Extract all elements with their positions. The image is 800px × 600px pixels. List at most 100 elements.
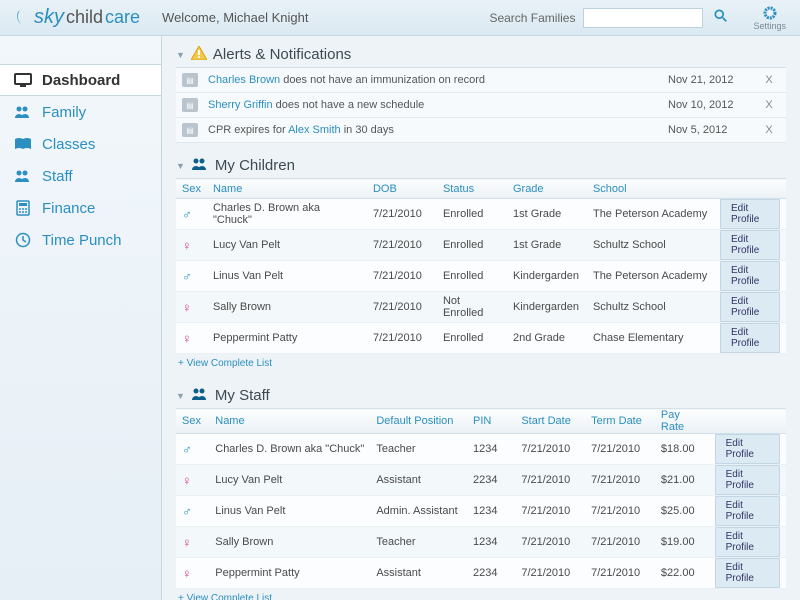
alert-date: Nov 10, 2012 — [668, 99, 758, 111]
col-start[interactable]: Start Date — [515, 409, 585, 434]
cell-name: Sally Brown — [209, 527, 370, 558]
cell-pos: Assistant — [370, 465, 467, 496]
chevron-down-icon[interactable]: ▼ — [176, 50, 185, 60]
cell-start: 7/21/2010 — [515, 527, 585, 558]
cell-grade: 2nd Grade — [507, 323, 587, 354]
table-row: ♀Lucy Van PeltAssistant22347/21/20107/21… — [176, 465, 786, 496]
col-term[interactable]: Term Date — [585, 409, 655, 434]
edit-profile-button[interactable]: Edit Profile — [715, 465, 780, 495]
alert-person-link[interactable]: Alex Smith — [288, 124, 341, 136]
cell-dob: 7/21/2010 — [367, 261, 437, 292]
table-row: ♂Linus Van PeltAdmin. Assistant12347/21/… — [176, 496, 786, 527]
nav-label: Dashboard — [42, 72, 120, 89]
note-icon: ▤ — [182, 98, 198, 112]
cell-sex: ♂ — [176, 496, 209, 527]
dismiss-button[interactable]: X — [758, 99, 780, 111]
dismiss-button[interactable]: X — [758, 124, 780, 136]
col-pin[interactable]: PIN — [467, 409, 515, 434]
cell-sex: ♀ — [176, 558, 209, 589]
col-name[interactable]: Name — [207, 179, 367, 199]
cell-sex: ♀ — [176, 292, 207, 323]
col-dob[interactable]: DOB — [367, 179, 437, 199]
table-row: ♀Lucy Van Pelt7/21/2010Enrolled1st Grade… — [176, 230, 786, 261]
alerts-section: ▼ Alerts & Notifications ▤ Charles Brown … — [176, 46, 786, 143]
nav-classes[interactable]: Classes — [0, 128, 161, 160]
cell-pay: $25.00 — [655, 496, 709, 527]
col-pay[interactable]: Pay Rate — [655, 409, 709, 434]
children-table: Sex Name DOB Status Grade School ♂Charle… — [176, 178, 786, 354]
cell-pay: $18.00 — [655, 434, 709, 465]
clock-icon — [14, 232, 32, 248]
nav-family[interactable]: Family — [0, 96, 161, 128]
cell-grade: Kindergarden — [507, 292, 587, 323]
cell-school: Schultz School — [587, 230, 714, 261]
edit-profile-button[interactable]: Edit Profile — [715, 496, 780, 526]
col-grade[interactable]: Grade — [507, 179, 587, 199]
cell-sex: ♀ — [176, 323, 207, 354]
nav-finance[interactable]: Finance — [0, 192, 161, 224]
nav-label: Staff — [42, 168, 73, 185]
col-pos[interactable]: Default Position — [370, 409, 467, 434]
nav-timepunch[interactable]: Time Punch — [0, 224, 161, 256]
cell-dob: 7/21/2010 — [367, 199, 437, 230]
edit-profile-button[interactable]: Edit Profile — [720, 323, 780, 353]
alert-row: ▤ CPR expires for Alex Smith in 30 daysNo… — [176, 118, 786, 143]
edit-profile-button[interactable]: Edit Profile — [720, 292, 780, 322]
chevron-down-icon[interactable]: ▼ — [176, 391, 185, 401]
view-complete-link[interactable]: + View Complete List — [176, 354, 274, 373]
cell-sex: ♂ — [176, 261, 207, 292]
note-icon: ▤ — [182, 73, 198, 87]
cell-school: The Peterson Academy — [587, 261, 714, 292]
alert-text: Sherry Griffin does not have a new sched… — [208, 99, 668, 111]
cell-dob: 7/21/2010 — [367, 323, 437, 354]
edit-profile-button[interactable]: Edit Profile — [720, 230, 780, 260]
edit-profile-button[interactable]: Edit Profile — [715, 558, 780, 588]
col-status[interactable]: Status — [437, 179, 507, 199]
nav-dashboard[interactable]: Dashboard — [0, 64, 161, 96]
search-icon[interactable] — [711, 9, 731, 26]
cell-sex: ♀ — [176, 465, 209, 496]
cell-school: Schultz School — [587, 292, 714, 323]
cell-sex: ♂ — [176, 199, 207, 230]
cell-term: 7/21/2010 — [585, 465, 655, 496]
cell-name: Charles D. Brown aka "Chuck" — [209, 434, 370, 465]
alert-person-link[interactable]: Charles Brown — [208, 74, 280, 86]
cell-start: 7/21/2010 — [515, 496, 585, 527]
logo-text-sky: sky — [34, 6, 64, 29]
chevron-down-icon[interactable]: ▼ — [176, 161, 185, 171]
table-row: ♀Sally BrownTeacher12347/21/20107/21/201… — [176, 527, 786, 558]
settings-button[interactable]: Settings — [753, 5, 786, 31]
children-section: ▼ My Children Sex Name DOB Status Grade … — [176, 157, 786, 373]
col-sex[interactable]: Sex — [176, 179, 207, 199]
alert-text: CPR expires for Alex Smith in 30 days — [208, 124, 668, 136]
alert-date: Nov 21, 2012 — [668, 74, 758, 86]
search-label: Search Families — [489, 11, 575, 25]
dismiss-button[interactable]: X — [758, 74, 780, 86]
edit-profile-button[interactable]: Edit Profile — [715, 527, 780, 557]
alert-text: Charles Brown does not have an immunizat… — [208, 74, 668, 86]
col-school[interactable]: School — [587, 179, 714, 199]
table-row: ♂Charles D. Brown aka "Chuck"Teacher1234… — [176, 434, 786, 465]
monitor-icon — [14, 73, 32, 87]
cell-school: The Peterson Academy — [587, 199, 714, 230]
edit-profile-button[interactable]: Edit Profile — [720, 261, 780, 291]
edit-profile-button[interactable]: Edit Profile — [715, 434, 780, 464]
section-title: Alerts & Notifications — [213, 46, 351, 63]
edit-profile-button[interactable]: Edit Profile — [720, 199, 780, 229]
col-sex[interactable]: Sex — [176, 409, 209, 434]
alert-person-link[interactable]: Sherry Griffin — [208, 99, 273, 111]
cell-pos: Teacher — [370, 527, 467, 558]
search-input[interactable] — [583, 8, 703, 28]
cell-status: Not Enrolled — [437, 292, 507, 323]
people-icon — [191, 157, 209, 174]
alert-date: Nov 5, 2012 — [668, 124, 758, 136]
alert-row: ▤ Sherry Griffin does not have a new sche… — [176, 93, 786, 118]
cell-grade: Kindergarden — [507, 261, 587, 292]
cell-start: 7/21/2010 — [515, 465, 585, 496]
book-icon — [14, 137, 32, 151]
note-icon: ▤ — [182, 123, 198, 137]
nav-staff[interactable]: Staff — [0, 160, 161, 192]
cell-dob: 7/21/2010 — [367, 292, 437, 323]
col-name[interactable]: Name — [209, 409, 370, 434]
view-complete-link[interactable]: + View Complete List — [176, 589, 274, 600]
